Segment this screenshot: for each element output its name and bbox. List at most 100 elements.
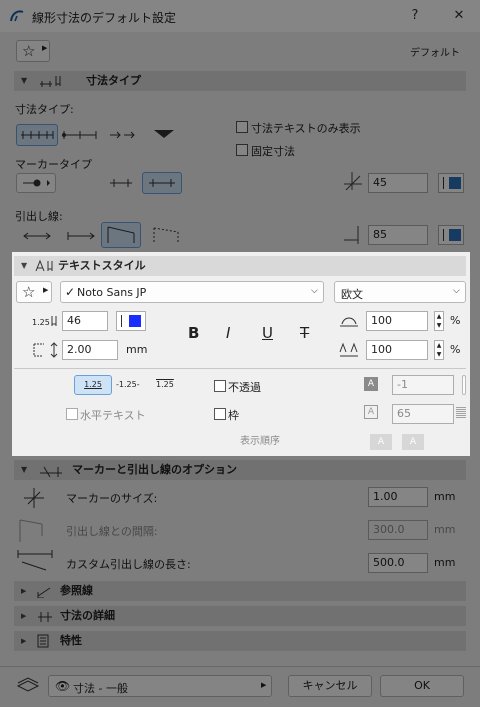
- reference-line-icon: [37, 587, 51, 598]
- leader-type-3-button[interactable]: [101, 222, 141, 248]
- font-dropdown[interactable]: ✓ Noto Sans JP ⌵: [60, 281, 324, 303]
- underline-button[interactable]: U: [262, 324, 273, 342]
- section-reference[interactable]: ▶ 参照線: [14, 581, 466, 601]
- layer-icon: [16, 677, 40, 692]
- strikethrough-button[interactable]: T: [300, 324, 309, 342]
- leader-size-icon: [344, 226, 359, 244]
- dim-type-cumulative-icon[interactable]: [62, 128, 98, 142]
- section-text-style-label: テキストスタイル: [58, 259, 146, 272]
- leader-pen-button[interactable]: [438, 225, 464, 245]
- title-bar: 線形寸法のデフォルト設定 ? ✕: [0, 0, 480, 32]
- script-name: 欧文: [341, 288, 363, 301]
- unit-mm-label: mm: [434, 523, 456, 536]
- unit-mm-label: mm: [434, 556, 456, 569]
- dim-type-arrow-icon[interactable]: [108, 128, 136, 142]
- char-spacing-stepper[interactable]: ▲ ▼: [434, 340, 444, 360]
- text-pos-below-button[interactable]: 1.25: [156, 380, 174, 389]
- text-favorites-button[interactable]: ☆ ▶: [16, 281, 52, 303]
- text-pos-inline-button[interactable]: -1.25-: [116, 380, 140, 389]
- text-pen-button[interactable]: [116, 311, 146, 331]
- horizontal-text-label: 水平テキスト: [80, 409, 146, 422]
- leader-size-input[interactable]: 85: [368, 225, 428, 245]
- section-marker-options-label: マーカーと引出し線のオプション: [72, 463, 237, 476]
- chevron-right-icon: ▶: [43, 286, 49, 294]
- collapse-triangle-icon: ▼: [21, 76, 28, 85]
- section-details[interactable]: ▶ 寸法の詳細: [14, 606, 466, 626]
- char-spacing-input[interactable]: 100: [366, 340, 428, 360]
- leader-type-4-icon[interactable]: [150, 224, 184, 246]
- marker-size-input[interactable]: 45: [368, 173, 428, 193]
- text-pos-above-button[interactable]: 1.25: [74, 375, 112, 395]
- bring-front-button[interactable]: A: [370, 434, 392, 450]
- marker-pen-button[interactable]: [438, 173, 464, 193]
- window-title: 線形寸法のデフォルト設定: [32, 11, 177, 25]
- leader-type-1-icon[interactable]: [22, 230, 52, 242]
- dim-type-icon: [40, 76, 61, 87]
- linear-dim-icon: [21, 131, 54, 139]
- frame-pen-input[interactable]: 65: [392, 404, 454, 424]
- section-text-style[interactable]: ▼ テキストスタイル: [14, 256, 466, 276]
- text-size-icon: 1.25: [32, 318, 50, 327]
- archicad-icon: [10, 10, 24, 22]
- text-width-stepper[interactable]: ▲ ▼: [434, 311, 444, 331]
- collapse-triangle-icon: ▼: [21, 261, 28, 270]
- text-color-swatch: [129, 315, 141, 327]
- send-back-button[interactable]: A: [402, 434, 424, 450]
- expand-triangle-icon: ▶: [21, 637, 27, 645]
- marker-slash-button[interactable]: [142, 172, 182, 194]
- ok-button[interactable]: OK: [380, 675, 464, 697]
- star-icon: ☆: [22, 42, 36, 60]
- frame-label: 枠: [228, 409, 239, 422]
- panel-divider: [14, 368, 466, 369]
- marker-tick-icon[interactable]: [108, 176, 134, 190]
- dim-type-linear-button[interactable]: [16, 124, 58, 146]
- help-button[interactable]: ?: [405, 6, 425, 26]
- marker-type-dropdown[interactable]: [16, 173, 56, 193]
- hatch-pattern-icon: [456, 407, 466, 419]
- text-style-icon: [35, 259, 53, 272]
- bold-button[interactable]: B: [188, 324, 199, 342]
- marker-slash-icon: [149, 179, 175, 187]
- marker-size-opt-input[interactable]: 1.00: [368, 487, 428, 507]
- section-properties[interactable]: ▶ 特性: [14, 631, 466, 651]
- text-only-label: 寸法テキストのみ表示: [251, 122, 361, 135]
- custom-leader-input[interactable]: 500.0: [368, 553, 428, 573]
- marker-size-icon: [344, 172, 362, 191]
- eye-icon: 👁: [55, 679, 71, 693]
- text-only-checkbox[interactable]: [236, 121, 248, 133]
- leader-type-2-icon[interactable]: [66, 230, 96, 242]
- leader-gap-input[interactable]: 300.0: [368, 520, 428, 540]
- custom-leader-label: カスタム引出し線の長さ:: [66, 558, 191, 571]
- section-properties-label: 特性: [60, 634, 82, 647]
- section-details-label: 寸法の詳細: [60, 609, 115, 622]
- frame-pen-icon: A: [364, 405, 378, 419]
- expand-triangle-icon: ▶: [21, 587, 27, 595]
- close-button[interactable]: ✕: [449, 6, 469, 26]
- italic-button[interactable]: I: [226, 324, 230, 342]
- marker-dot-icon: [23, 179, 50, 187]
- text-size-input[interactable]: 46: [62, 311, 108, 331]
- text-width-icon: [340, 317, 358, 327]
- frame-checkbox[interactable]: [214, 408, 226, 420]
- fixed-dim-checkbox[interactable]: [236, 144, 248, 156]
- cancel-button[interactable]: キャンセル: [288, 675, 372, 697]
- bg-pen-input[interactable]: -1: [392, 375, 454, 395]
- section-marker-options[interactable]: ▼ マーカーと引出し線のオプション: [14, 460, 466, 480]
- leader-gap-diagram-icon: [19, 519, 43, 542]
- properties-icon: [37, 634, 49, 648]
- line-spacing-input[interactable]: 2.00: [62, 340, 118, 360]
- leader-label: 引出し線:: [15, 210, 63, 223]
- section-dim-type-label: 寸法タイプ: [86, 74, 141, 87]
- layer-dropdown[interactable]: 👁 寸法 - 一般 ▶: [48, 675, 272, 697]
- script-dropdown[interactable]: 欧文 ⌵: [334, 281, 466, 303]
- opaque-checkbox[interactable]: [214, 380, 226, 392]
- expand-triangle-icon: ▶: [21, 612, 27, 620]
- horizontal-text-checkbox[interactable]: [66, 408, 78, 420]
- footer-divider: [0, 666, 480, 667]
- text-width-input[interactable]: 100: [366, 311, 428, 331]
- dim-type-level-icon[interactable]: [152, 126, 176, 142]
- favorites-button[interactable]: ☆ ▶: [16, 40, 50, 62]
- chevron-right-icon: ▶: [42, 44, 48, 52]
- line-spacing-unit: mm: [126, 343, 148, 356]
- section-dim-type[interactable]: ▼ 寸法タイプ: [14, 71, 466, 91]
